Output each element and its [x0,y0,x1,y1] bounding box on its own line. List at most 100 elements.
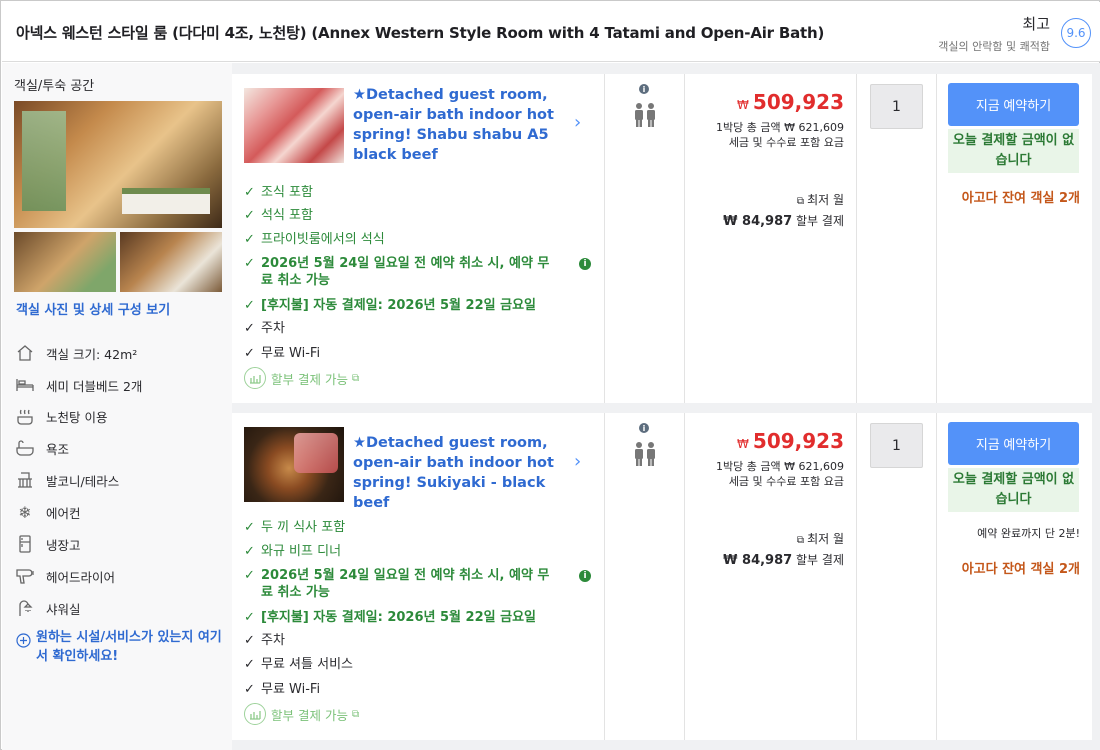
total-price-note: 1박당 총 금액 ₩ 621,609 [716,460,844,473]
rating-word: 최고 [1022,15,1050,33]
pay-later-item: ✓ [후지불] 자동 결제일: 2026년 5월 22일 금요일 [244,609,571,626]
tax-note: 세금 및 수수료 포함 요금 [728,475,844,488]
external-link-icon: ⧉ [351,372,360,384]
benefit-item: ✓ 프라이빗룸에서의 석식 [244,231,571,248]
amenity-label: 에어컨 [46,505,81,521]
info-icon[interactable]: i [579,258,591,270]
monthly-label-text: 최저 월 [807,193,844,207]
offer-card: ★Detached guest room, open-air bath indo… [232,413,1092,740]
two-people-icon [635,103,655,127]
facility-search-link[interactable]: 원하는 시설/서비스가 있는지 여기서 확인하세요! [16,628,228,666]
pay-later-item: ✓ [후지불] 자동 결제일: 2026년 5월 22일 금요일 [244,297,571,314]
monthly-amount-value: ₩ 84,987 [723,214,793,229]
room-photo-main[interactable] [14,101,222,228]
room-offer-panel: 아넥스 웨스턴 스타일 룸 (다다미 4조, 노천탕) (Annex Weste… [0,0,1100,750]
occupancy-cell: i [605,74,685,403]
room-title: 아넥스 웨스턴 스타일 룸 (다다미 4조, 노천탕) (Annex Weste… [16,24,825,42]
external-link-icon: ⧉ [796,196,805,207]
check-icon: ✓ [244,657,255,672]
occupancy-cell: i [605,413,685,740]
amenity-label: 냉장고 [46,537,81,553]
room-photo-thumb[interactable] [14,232,116,292]
rating-summary: 최고 객실의 안락함 및 쾌적함 [938,13,1050,54]
score-badge: 9.6 [1061,18,1091,48]
chevron-right-icon[interactable]: › [574,112,581,133]
amenity-fridge: 냉장고 [14,533,81,555]
amenity-shower: 샤워실 [14,597,81,619]
benefit-item: ✓ 와규 비프 디너 [244,543,571,560]
tax-note: 세금 및 수수료 포함 요금 [728,136,844,149]
offer-photo[interactable] [244,427,344,502]
benefit-item: ✓ 무료 Wi-Fi [244,681,571,698]
info-icon[interactable]: i [639,84,649,94]
monthly-label[interactable]: ⧉ 최저 월 [797,530,844,547]
benefit-label: 조식 포함 [261,185,313,200]
free-cancellation-item: ✓ 2026년 5월 24일 일요일 전 예약 취소 시, 예약 무료 취소 가능 [244,567,561,601]
benefit-label: 무료 Wi-Fi [261,682,321,697]
benefit-label: [후지불] 자동 결제일: 2026년 5월 22일 금요일 [261,298,536,313]
currency-symbol: ₩ [737,437,749,451]
booking-cell: 지금 예약하기 오늘 결제할 금액이 없습니다 아고다 잔여 객실 2개 [937,74,1092,403]
installment-label: 할부 결제 가능 [271,371,348,387]
check-icon: ✓ [244,321,255,336]
fridge-icon [14,534,36,554]
house-icon [14,343,36,363]
amenity-hot-spring: 노천탕 이용 [14,405,107,427]
room-header: 아넥스 웨스턴 스타일 룸 (다다미 4조, 노천탕) (Annex Weste… [2,2,1100,62]
check-icon: ✓ [244,544,255,559]
check-icon: ✓ [244,610,255,625]
benefit-label: 2026년 5월 24일 일요일 전 예약 취소 시, 예약 무료 취소 가능 [261,256,550,288]
urgency-notice: 예약 완료까지 단 2분! [977,527,1080,540]
room-details-link[interactable]: 객실 사진 및 상세 구성 보기 [16,299,170,318]
check-icon: ✓ [244,520,255,535]
benefit-item: ✓ 석식 포함 [244,207,571,224]
book-now-button[interactable]: 지금 예약하기 [948,83,1079,126]
price-amount: 509,923 [752,429,844,453]
installment-icon [244,367,266,389]
benefit-label: 무료 Wi-Fi [261,346,321,361]
room-photo-thumb[interactable] [120,232,222,292]
info-icon[interactable]: i [639,423,649,433]
installment-badge[interactable]: 할부 결제 가능 ⧉ [244,367,359,389]
pay-nothing-today-badge: 오늘 결제할 금액이 없습니다 [948,129,1079,173]
amenity-label: 욕조 [46,441,70,457]
offer-title[interactable]: ★Detached guest room, open-air bath indo… [353,85,563,165]
offer-benefits-cell: ★Detached guest room, open-air bath indo… [232,413,605,740]
price-cell: ₩ 509,923 1박당 총 금액 ₩ 621,609 세금 및 수수료 포함… [685,74,857,403]
monthly-amount: ₩ 84,987 할부 결제 [723,551,844,568]
free-cancellation-item: ✓ 2026년 5월 24일 일요일 전 예약 취소 시, 예약 무료 취소 가능 [244,255,561,289]
info-icon[interactable]: i [579,570,591,582]
room-quantity-select[interactable]: 1 [870,84,923,129]
amenity-hair-dryer: 헤어드라이어 [14,565,115,587]
amenity-label: 노천탕 이용 [46,409,108,425]
amenity-label: 헤어드라이어 [46,569,116,585]
chevron-right-icon[interactable]: › [574,451,581,472]
check-icon: ✓ [244,256,255,271]
benefit-item: ✓ 조식 포함 [244,184,571,201]
benefit-label: 주차 [261,633,285,648]
monthly-suffix: 할부 결제 [796,553,844,567]
offer-title[interactable]: ★Detached guest room, open-air bath indo… [353,433,563,513]
external-link-icon: ⧉ [351,708,360,720]
external-link-icon: ⧉ [796,535,805,546]
amenity-bathtub: 욕조 [14,437,69,459]
room-panel-title: 객실/투숙 공간 [14,79,95,94]
installment-badge[interactable]: 할부 결제 가능 ⧉ [244,703,359,725]
total-price-note: 1박당 총 금액 ₩ 621,609 [716,121,844,134]
amenity-label: 세미 더블베드 2개 [46,378,143,394]
rating-subtitle: 객실의 안락함 및 쾌적함 [938,40,1050,53]
check-icon: ✓ [244,208,255,223]
bed-icon [14,375,36,395]
monthly-suffix: 할부 결제 [796,214,844,228]
offer-photo[interactable] [244,88,344,163]
room-quantity-select[interactable]: 1 [870,423,923,468]
check-icon: ✓ [244,298,255,313]
check-icon: ✓ [244,346,255,361]
check-icon: ✓ [244,232,255,247]
monthly-amount: ₩ 84,987 할부 결제 [723,212,844,229]
book-now-button[interactable]: 지금 예약하기 [948,422,1079,465]
pay-nothing-today-badge: 오늘 결제할 금액이 없습니다 [948,468,1079,512]
monthly-amount-value: ₩ 84,987 [723,553,793,568]
amenity-label: 객실 크기: 42m² [46,346,138,362]
monthly-label[interactable]: ⧉ 최저 월 [797,191,844,208]
